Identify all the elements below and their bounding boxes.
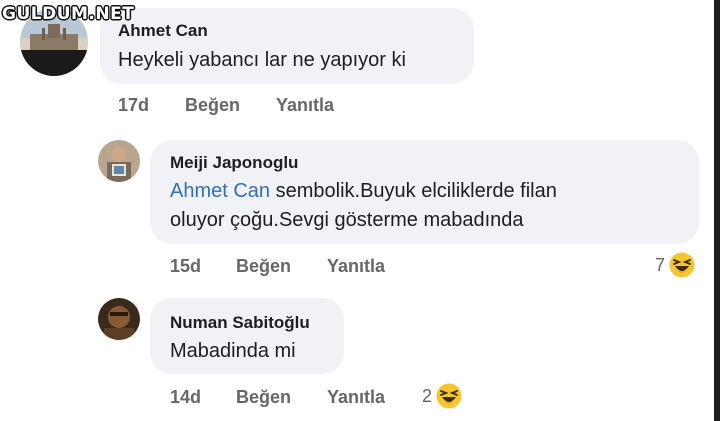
reaction-summary[interactable]: 2 — [422, 383, 462, 409]
comment-timestamp[interactable]: 15d — [170, 256, 201, 277]
comment-timestamp[interactable]: 17d — [118, 95, 149, 116]
comment-author[interactable]: Numan Sabitoğlu — [170, 313, 310, 333]
avatar-meiji-japonoglu[interactable] — [98, 140, 140, 182]
like-button[interactable]: Beğen — [185, 95, 240, 116]
watermark-logo: GULDUM.NET — [2, 4, 135, 24]
comment-text: Mabadinda mi — [170, 340, 296, 362]
laughing-emoji-icon — [436, 383, 462, 409]
comment-timestamp[interactable]: 14d — [170, 387, 201, 408]
laughing-emoji-icon — [669, 252, 695, 278]
window-edge — [714, 0, 720, 421]
comment-author[interactable]: Meiji Japonoglu — [170, 153, 298, 173]
comment-text-line: oluyor çoğu.Sevgi gösterme mabadında — [170, 209, 524, 231]
like-button[interactable]: Beğen — [236, 256, 291, 277]
reply-button[interactable]: Yanıtla — [327, 387, 385, 408]
reply-button[interactable]: Yanıtla — [327, 256, 385, 277]
comment-text: Ahmet Can sembolik.Buyuk elciliklerde fi… — [170, 177, 690, 235]
like-button[interactable]: Beğen — [236, 387, 291, 408]
comment-text: Heykeli yabancı lar ne yapıyor ki — [118, 49, 406, 71]
reaction-summary[interactable]: 7 — [655, 252, 695, 278]
mention-link[interactable]: Ahmet Can — [170, 180, 270, 202]
comment-text-line: sembolik.Buyuk elciliklerde filan — [270, 180, 557, 202]
reaction-count: 7 — [655, 254, 666, 275]
avatar-numan-sabitoglu[interactable] — [98, 298, 140, 340]
reply-button[interactable]: Yanıtla — [276, 95, 334, 116]
comment-author[interactable]: Ahmet Can — [118, 21, 208, 41]
reaction-count: 2 — [422, 385, 433, 406]
